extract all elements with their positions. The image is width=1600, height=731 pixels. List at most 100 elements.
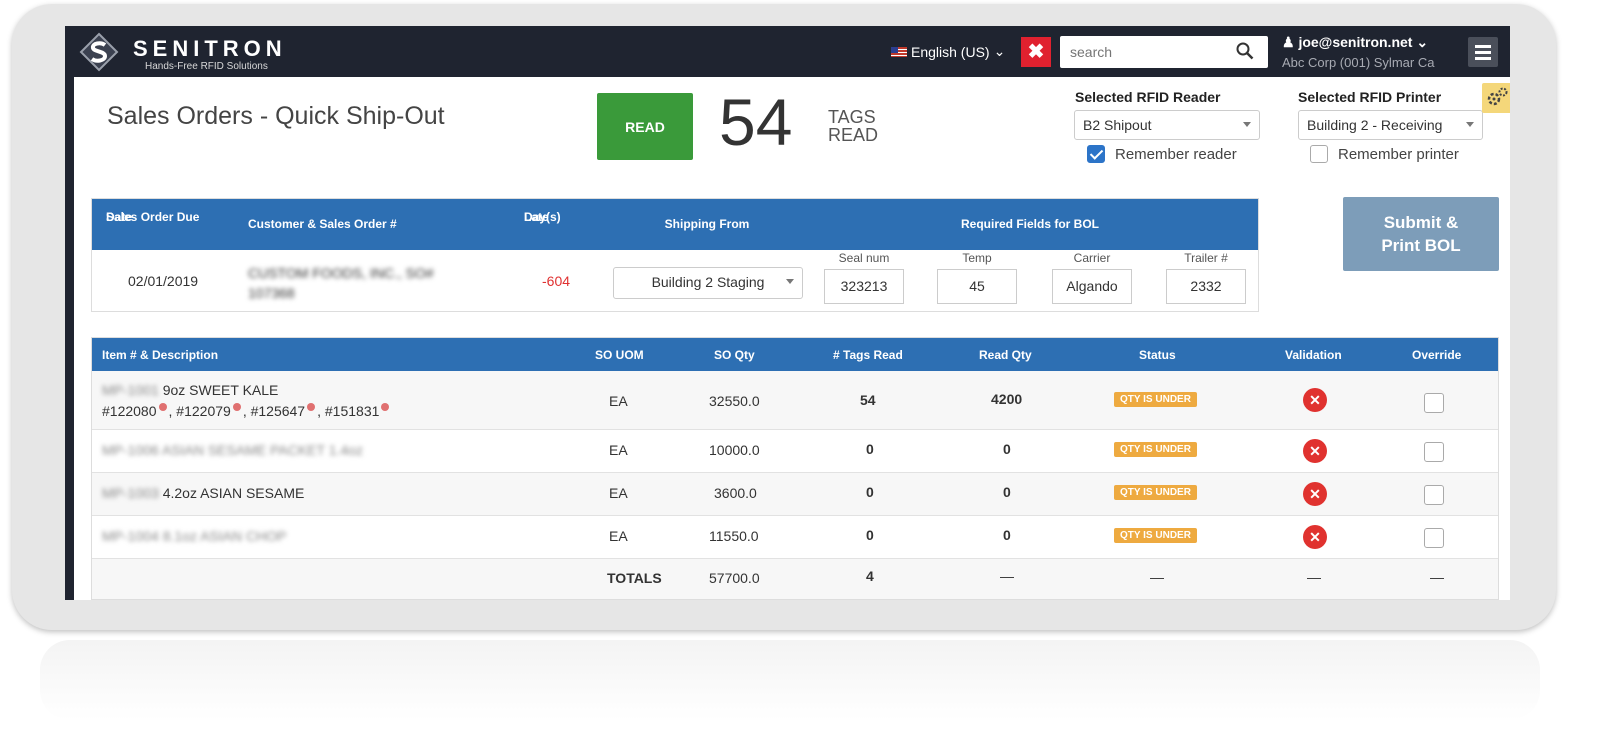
temp-input[interactable]: 45 <box>937 269 1017 304</box>
printer-select[interactable]: Building 2 - Receiving <box>1298 110 1483 140</box>
order-summary-table: Sales Order Due Date Customer & Sales Or… <box>91 198 1259 312</box>
remember-reader-row: Remember reader <box>1087 145 1237 163</box>
totals-qty: 57700.0 <box>709 570 760 586</box>
reader-select[interactable]: B2 Shipout <box>1074 110 1260 140</box>
status-badge: QTY IS UNDER <box>1114 442 1197 457</box>
uom: EA <box>609 528 628 544</box>
read-qty: 0 <box>1003 484 1011 500</box>
remove-tag-icon[interactable] <box>381 403 390 411</box>
settings-button[interactable] <box>1482 83 1510 113</box>
customer-so: CUSTOM FOODS, INC., SO# 107368 <box>248 263 468 303</box>
status-badge: QTY IS UNDER <box>1114 528 1197 543</box>
trailer-input[interactable]: 2332 <box>1166 269 1246 304</box>
override-checkbox[interactable] <box>1424 485 1444 505</box>
totals-status: — <box>1150 569 1164 585</box>
item-code: MP-1001 <box>102 382 159 398</box>
caret-down-icon <box>1466 122 1474 127</box>
tags-read: 54 <box>860 392 876 408</box>
remove-tag-icon[interactable] <box>158 403 167 411</box>
due-date: 02/01/2019 <box>128 273 199 289</box>
item-desc: ASIAN SESAME PACKET 1.4oz <box>161 442 363 458</box>
customer-name: CUSTOM FOODS, INC., SO# <box>248 265 434 281</box>
tags-label-line2: READ <box>828 125 879 145</box>
item-description: MP-1001 9oz SWEET KALE <box>102 382 278 398</box>
shipping-from-select[interactable]: Building 2 Staging <box>613 267 803 299</box>
carrier-label: Carrier <box>1073 251 1111 265</box>
header-item: Item # & Description <box>102 348 219 362</box>
printer-value: Building 2 - Receiving <box>1307 117 1443 133</box>
remember-printer-label: Remember printer <box>1338 145 1459 163</box>
caret-down-icon <box>786 279 794 284</box>
rfid-status-button[interactable]: ✖ <box>1021 37 1051 67</box>
search-icon[interactable] <box>1236 42 1254 60</box>
header-validation: Validation <box>1285 348 1342 362</box>
seal-input[interactable]: 323213 <box>824 269 904 304</box>
carrier-input[interactable]: Algando <box>1052 269 1132 304</box>
submit-line1: Submit & <box>1383 213 1459 232</box>
header-required-fields: Required Fields for BOL <box>960 217 1099 231</box>
days-late-value: -604 <box>542 273 571 289</box>
uom: EA <box>609 393 628 409</box>
tags-read: 0 <box>866 484 874 500</box>
validation-error-icon: ✕ <box>1303 525 1327 549</box>
totals-row: TOTALS 57700.0 4 — — — — <box>92 559 1498 599</box>
submit-line2: Print BOL <box>1381 236 1461 255</box>
order-header-row: Sales Order Due Date Customer & Sales Or… <box>92 199 1258 250</box>
trailer-label: Trailer # <box>1184 251 1228 265</box>
read-button[interactable]: READ <box>597 93 693 160</box>
top-navbar: SENITRON Hands-Free RFID Solutions Engli… <box>65 26 1510 77</box>
validation-error-icon: ✕ <box>1303 439 1327 463</box>
epc-tag: #125647 <box>250 403 306 419</box>
submit-print-bol-button[interactable]: Submit & Print BOL <box>1343 197 1499 271</box>
read-qty: 0 <box>1003 441 1011 457</box>
header-read-qty: Read Qty <box>979 348 1032 362</box>
remember-printer-row: Remember printer <box>1310 145 1459 163</box>
item-desc: 9oz SWEET KALE <box>162 382 279 398</box>
validation-error-icon: ✕ <box>1303 482 1327 506</box>
validation-error-icon: ✕ <box>1303 388 1327 412</box>
caret-down-icon <box>1243 122 1251 127</box>
app-screen: SENITRON Hands-Free RFID Solutions Engli… <box>65 26 1510 600</box>
epc-tag: #122080 <box>102 403 157 419</box>
tags-read-count: 54 <box>719 85 793 159</box>
user-menu[interactable]: ♟ joe@senitron.net ⌄ <box>1282 34 1428 51</box>
gears-icon <box>1487 87 1508 106</box>
remove-tag-icon[interactable] <box>307 403 316 411</box>
override-checkbox[interactable] <box>1424 393 1444 413</box>
user-email: joe@senitron.net <box>1298 34 1413 50</box>
tags-read-label: TAGS READ <box>828 108 878 144</box>
item-description: MP-1006 ASIAN SESAME PACKET 1.4oz <box>102 442 363 458</box>
remove-tag-icon[interactable] <box>232 403 241 411</box>
language-selector[interactable]: English (US) ⌄ <box>891 43 1005 60</box>
override-checkbox[interactable] <box>1424 442 1444 462</box>
table-row: MP-1003 4.2oz ASIAN SESAME EA 3600.0 0 0… <box>92 473 1498 516</box>
so-qty: 10000.0 <box>709 442 760 458</box>
remember-reader-checkbox[interactable] <box>1087 145 1105 163</box>
header-status: Status <box>1139 348 1176 362</box>
account-name: Abc Corp (001) Sylmar Ca <box>1282 55 1435 70</box>
search-input[interactable] <box>1060 36 1240 68</box>
header-tags-read: # Tags Read <box>833 348 903 362</box>
so-qty: 11550.0 <box>709 528 759 544</box>
override-checkbox[interactable] <box>1424 528 1444 548</box>
read-qty: 4200 <box>991 391 1023 407</box>
sales-order-number: 107368 <box>248 285 295 301</box>
shipping-from-value: Building 2 Staging <box>651 274 765 290</box>
printer-label: Selected RFID Printer <box>1298 89 1442 105</box>
search-box <box>1060 36 1268 68</box>
item-code: MP-1003 <box>102 485 159 501</box>
uom: EA <box>609 485 628 501</box>
brand-name: SENITRON <box>133 36 287 61</box>
header-override: Override <box>1412 348 1462 362</box>
totals-read-qty: — <box>1000 568 1014 584</box>
left-edge-bar <box>65 77 74 600</box>
header-qty: SO Qty <box>714 348 755 362</box>
hamburger-menu-button[interactable] <box>1468 37 1498 67</box>
language-label: English (US) <box>911 43 990 60</box>
user-icon: ♟ <box>1282 34 1295 50</box>
remember-printer-checkbox[interactable] <box>1310 145 1328 163</box>
remember-reader-label: Remember reader <box>1115 145 1237 163</box>
epc-list: #122080, #122079, #125647, #151831 <box>102 403 391 419</box>
item-desc: 8.1oz ASIAN CHOP <box>162 528 287 544</box>
totals-label: TOTALS <box>607 570 662 586</box>
